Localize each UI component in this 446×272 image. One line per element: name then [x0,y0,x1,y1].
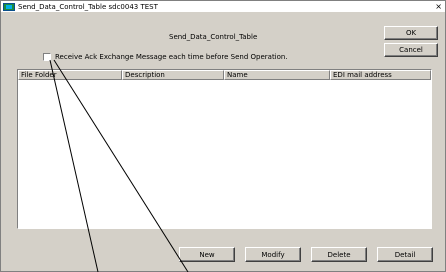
form-title: Send_Data_Control_Table [169,33,258,41]
column-header-description[interactable]: Description [122,70,224,80]
list-header: File Folder Description Name EDI mail ad… [18,70,431,80]
ack-checkbox[interactable] [43,53,51,61]
new-button[interactable]: New [179,247,235,262]
ok-button[interactable]: OK [384,26,438,40]
modify-button[interactable]: Modify [245,247,301,262]
close-icon[interactable]: × [435,1,442,12]
column-header-edi-mail-address[interactable]: EDI mail address [330,70,431,80]
cancel-button[interactable]: Cancel [384,43,438,57]
ack-checkbox-row[interactable]: Receive Ack Exchange Message each time b… [43,53,288,61]
column-header-file-folder[interactable]: File Folder [18,70,122,80]
app-window-icon [3,2,15,11]
ack-checkbox-label: Receive Ack Exchange Message each time b… [55,53,288,61]
title-bar: Send_Data_Control_Table sdc0043 TEST × [1,1,445,12]
dialog-window: Send_Data_Control_Table sdc0043 TEST × S… [0,0,446,272]
delete-button[interactable]: Delete [311,247,367,262]
detail-button[interactable]: Detail [377,247,433,262]
window-title: Send_Data_Control_Table sdc0043 TEST [18,2,158,11]
column-header-name[interactable]: Name [224,70,330,80]
send-data-list[interactable]: File Folder Description Name EDI mail ad… [17,69,432,229]
